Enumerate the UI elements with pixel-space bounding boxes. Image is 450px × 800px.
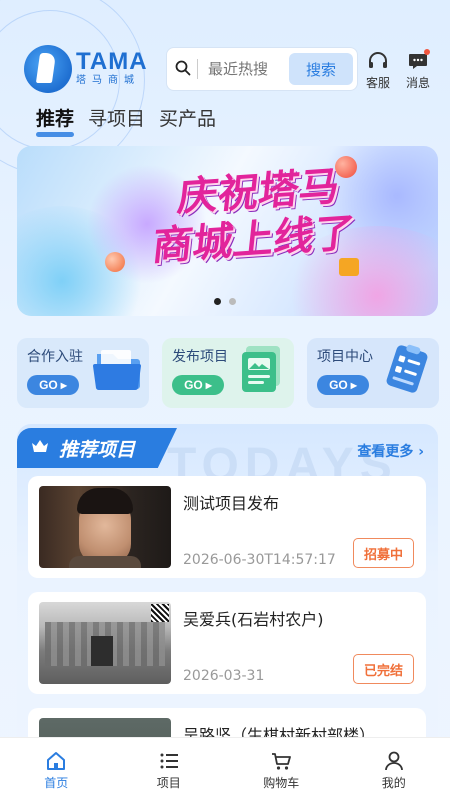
- section-title-text: 推荐项目: [59, 438, 136, 461]
- banner-headline: 庆祝塔马 商城上线了: [135, 160, 377, 272]
- top-header: TAMA 塔马商城 搜索 客服 消息: [0, 42, 450, 102]
- search-input[interactable]: [208, 60, 288, 78]
- unread-dot: [424, 49, 430, 55]
- qr-code: [151, 604, 169, 622]
- app-logo[interactable]: TAMA 塔马商城: [24, 44, 156, 94]
- project-thumbnail: [39, 602, 171, 684]
- go-label: GO: [39, 378, 58, 392]
- clipboard-icon: [381, 342, 433, 396]
- banner-pagination: [214, 298, 236, 305]
- nav-label: 我的: [381, 776, 406, 790]
- project-date: 2026-03-31: [183, 668, 265, 684]
- entry-partner-join[interactable]: 合作入驻 GO ▶: [17, 338, 149, 408]
- project-title: 测试项目发布: [183, 494, 280, 513]
- project-card[interactable]: 测试项目发布 2026-06-30T14:57:17 招募中: [28, 476, 426, 578]
- tab-recommend[interactable]: 推荐: [36, 104, 75, 137]
- logo-text: TAMA 塔马商城: [76, 50, 148, 88]
- play-icon: ▶: [205, 380, 212, 390]
- logo-mark-icon: [24, 45, 72, 93]
- tab-buy-products[interactable]: 买产品: [159, 104, 216, 137]
- portrait-hair: [77, 488, 133, 514]
- project-date: 2026-06-30T14:57:17: [183, 552, 336, 568]
- logo-en: TAMA: [76, 48, 148, 75]
- building-door: [91, 636, 113, 666]
- go-button[interactable]: GO ▶: [172, 375, 224, 395]
- search-bar: 搜索: [166, 47, 358, 91]
- pagination-dot[interactable]: [229, 298, 236, 305]
- project-card[interactable]: 吴爱兵(石岩村农户) 2026-03-31 已完结: [28, 592, 426, 694]
- status-badge: 招募中: [352, 538, 414, 568]
- nav-label: 首页: [44, 776, 69, 790]
- pagination-dot[interactable]: [214, 298, 221, 305]
- customer-service-button[interactable]: 客服: [360, 48, 396, 91]
- home-icon: [45, 748, 67, 774]
- banner-ball: [105, 252, 125, 272]
- search-divider: [197, 59, 198, 79]
- portrait-shirt: [69, 556, 141, 568]
- headset-icon: [360, 48, 396, 74]
- project-title: 吴爱兵(石岩村农户): [183, 610, 324, 629]
- nav-me[interactable]: 我的: [338, 738, 450, 800]
- gift-icon: [339, 258, 359, 276]
- nav-projects[interactable]: 项目: [113, 738, 226, 800]
- go-button[interactable]: GO ▶: [317, 375, 369, 395]
- page-root: TAMA 塔马商城 搜索 客服 消息 推荐: [0, 0, 450, 800]
- status-badge: 已完结: [352, 654, 414, 684]
- document-image-icon: [236, 342, 288, 396]
- go-label: GO: [329, 378, 348, 392]
- crown-icon: [31, 437, 49, 459]
- project-thumbnail: [39, 486, 171, 568]
- folder-icon: [91, 342, 143, 396]
- nav-cart[interactable]: 购物车: [225, 738, 338, 800]
- go-label: GO: [184, 378, 203, 392]
- view-more-label: 查看更多: [357, 444, 414, 460]
- cart-icon: [270, 748, 292, 774]
- entry-project-center[interactable]: 项目中心 GO ▶: [307, 338, 439, 408]
- search-button[interactable]: 搜索: [289, 53, 353, 85]
- nav-label: 购物车: [263, 776, 300, 790]
- view-more-link[interactable]: 查看更多 ›: [357, 441, 424, 461]
- play-icon: ▶: [60, 380, 67, 390]
- entry-publish-project[interactable]: 发布项目 GO ▶: [162, 338, 294, 408]
- chevron-right-icon: ›: [418, 444, 424, 460]
- play-icon: ▶: [350, 380, 357, 390]
- message-label: 消息: [405, 76, 430, 90]
- user-icon: [383, 748, 405, 774]
- list-icon: [158, 748, 180, 774]
- nav-label: 项目: [156, 776, 181, 790]
- category-tabs: 推荐 寻项目 买产品: [36, 104, 216, 137]
- logo-cn: 塔马商城: [76, 75, 140, 86]
- section-title: 推荐项目: [17, 428, 177, 468]
- message-button[interactable]: 消息: [400, 48, 436, 91]
- service-label: 客服: [365, 76, 390, 90]
- search-icon: [167, 47, 197, 91]
- nav-home[interactable]: 首页: [0, 738, 113, 800]
- message-icon: [400, 48, 436, 74]
- promo-banner[interactable]: 庆祝塔马 商城上线了: [17, 146, 438, 316]
- tab-find-projects[interactable]: 寻项目: [88, 104, 145, 137]
- bottom-nav: 首页 项目 购物车 我的: [0, 737, 450, 800]
- go-button[interactable]: GO ▶: [27, 375, 79, 395]
